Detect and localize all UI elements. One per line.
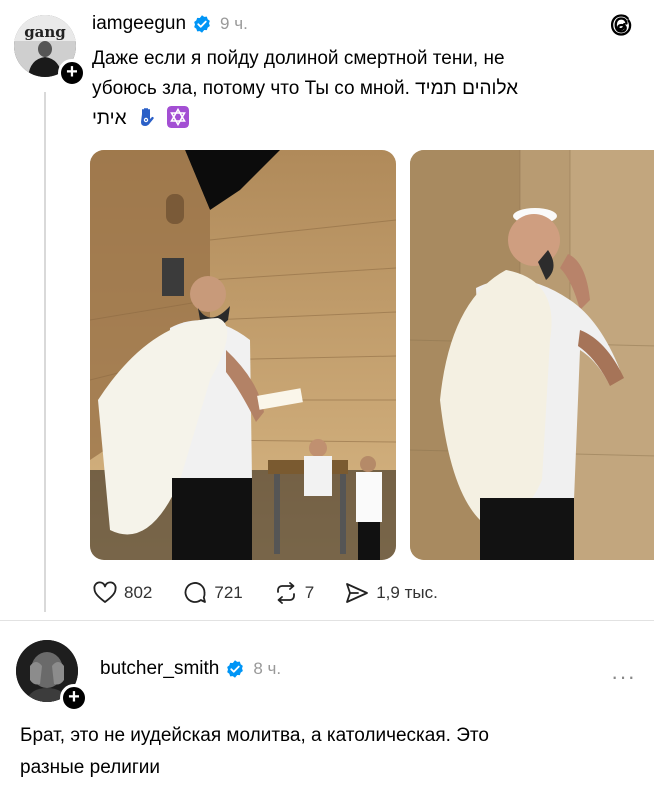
follow-plus-button[interactable]: + xyxy=(58,59,86,87)
comment-button[interactable]: 721 xyxy=(182,580,243,606)
reply-text: Брат, это не иудейская молитва, а католи… xyxy=(20,720,630,784)
reply-text-line: разные религии xyxy=(20,757,160,778)
post-text-line: Даже если я пойду долиной смертной тени,… xyxy=(92,48,505,69)
star-of-david-emoji-icon xyxy=(167,106,190,128)
post-text-line: убоюсь зла, потому что Ты со мной. אלוהי… xyxy=(92,78,519,99)
verified-badge-icon xyxy=(194,15,210,33)
comment-bubble-icon xyxy=(185,582,207,603)
username[interactable]: iamgeegun xyxy=(92,13,186,35)
repost-button[interactable]: 7 xyxy=(273,580,314,606)
avatar-logo-text: gang xyxy=(24,23,66,41)
photo-image xyxy=(90,150,396,560)
post-actions: 802 721 7 1,9 тыс. xyxy=(92,580,468,606)
comment-count: 721 xyxy=(214,583,243,602)
verified-badge-icon xyxy=(227,660,244,678)
reply-avatar-wrap[interactable]: + xyxy=(16,640,88,712)
reply-post: + butcher_smith 8 ч. ··· Брат, это не иу… xyxy=(0,628,654,800)
post-time: 9 ч. xyxy=(220,14,248,33)
reply-time: 8 ч. xyxy=(253,659,282,678)
photo-western-wall-reading[interactable] xyxy=(90,150,396,560)
reply-text-line: Брат, это не иудейская молитва, а католи… xyxy=(20,725,489,746)
post-header: iamgeegun 9 ч. xyxy=(92,10,248,38)
share-count: 1,9 тыс. xyxy=(376,583,438,602)
photo-carousel[interactable] xyxy=(90,150,654,560)
post-text-line-3: איתי xyxy=(92,104,632,134)
author-avatar-wrap[interactable]: gang + xyxy=(14,15,86,87)
thread-connector-line xyxy=(44,92,46,612)
follow-plus-button[interactable]: + xyxy=(60,684,88,712)
post-text: Даже если я пойду долиной смертной тени,… xyxy=(92,44,632,134)
post-divider xyxy=(0,620,654,621)
reply-header: butcher_smith 8 ч. xyxy=(100,658,281,680)
like-count: 802 xyxy=(124,583,153,602)
photo-image xyxy=(410,150,654,560)
hamsa-emoji-icon xyxy=(140,108,154,126)
share-button[interactable]: 1,9 тыс. xyxy=(344,580,438,606)
username[interactable]: butcher_smith xyxy=(100,658,219,680)
repost-count: 7 xyxy=(304,583,315,602)
more-options-icon[interactable]: ··· xyxy=(611,664,636,690)
send-icon xyxy=(346,583,369,603)
post-text-hebrew: איתי xyxy=(92,108,127,129)
threads-logo-icon[interactable] xyxy=(608,12,634,38)
repost-icon xyxy=(276,582,295,604)
like-button[interactable]: 802 xyxy=(92,580,152,606)
heart-icon xyxy=(93,581,117,603)
photo-western-wall-praying[interactable] xyxy=(410,150,654,560)
thread-post: gang + iamgeegun 9 ч. Даже если я пойду … xyxy=(0,0,654,628)
